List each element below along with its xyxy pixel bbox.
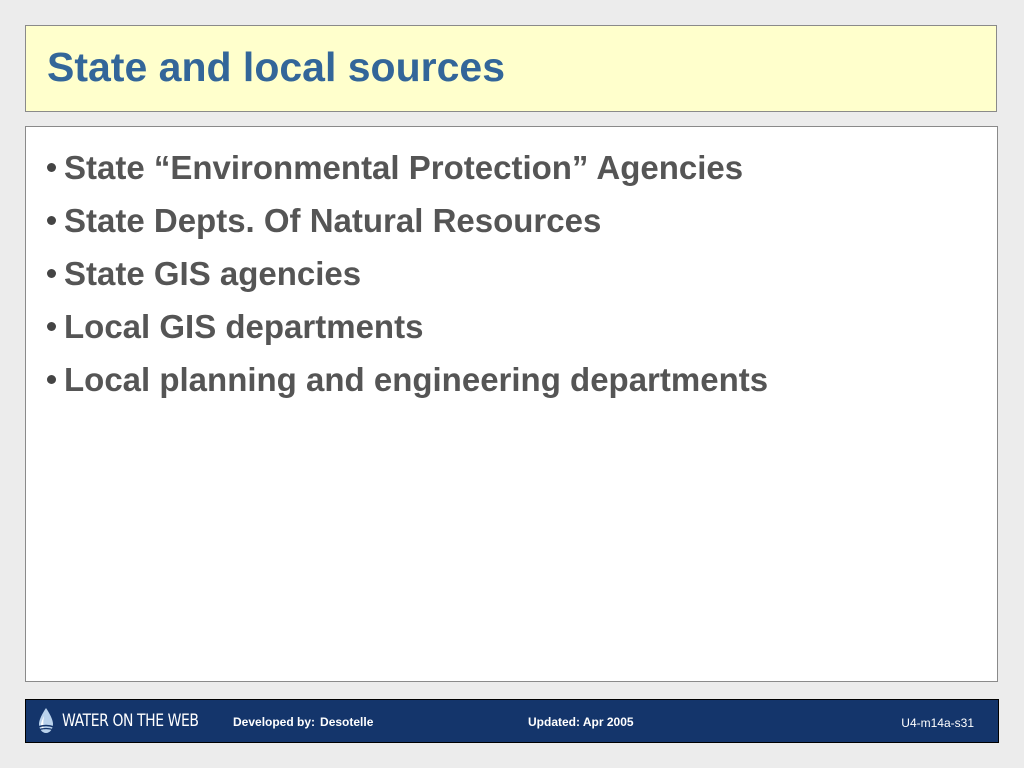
bullet-icon — [47, 215, 56, 225]
list-item: Local GIS departments — [47, 303, 768, 356]
list-item: State “Environmental Protection” Agencie… — [47, 144, 768, 197]
content-panel: State “Environmental Protection” Agencie… — [25, 126, 998, 682]
updated-date: Updated: Apr 2005 — [528, 715, 634, 729]
water-drop-icon — [37, 708, 55, 733]
bullet-icon — [47, 162, 56, 172]
bullet-list: State “Environmental Protection” Agencie… — [47, 144, 768, 409]
list-item: State Depts. Of Natural Resources — [47, 197, 768, 250]
bullet-icon — [47, 374, 56, 384]
bullet-icon — [47, 268, 56, 278]
bullet-text: State Depts. Of Natural Resources — [64, 202, 602, 239]
bullet-icon — [47, 321, 56, 331]
slide-id: U4-m14a-s31 — [901, 716, 974, 730]
developed-by: Developed by: Desotelle — [233, 715, 373, 729]
bullet-text: Local planning and engineering departmen… — [64, 361, 769, 398]
footer-bar: WATER ON THE WEB Developed by: Desotelle … — [25, 699, 999, 743]
title-banner: State and local sources — [25, 25, 997, 112]
bullet-text: State “Environmental Protection” Agencie… — [64, 149, 744, 186]
bullet-text: Local GIS departments — [64, 308, 424, 345]
developer-name: Desotelle — [320, 715, 374, 729]
water-on-the-web-logo: WATER ON THE WEB — [36, 707, 229, 735]
developed-by-label: Developed by: — [233, 715, 316, 729]
logo-text: WATER ON THE WEB — [62, 711, 199, 731]
slide-title: State and local sources — [47, 44, 506, 90]
list-item: Local planning and engineering departmen… — [47, 356, 768, 409]
bullet-text: State GIS agencies — [64, 255, 362, 292]
list-item: State GIS agencies — [47, 250, 768, 303]
